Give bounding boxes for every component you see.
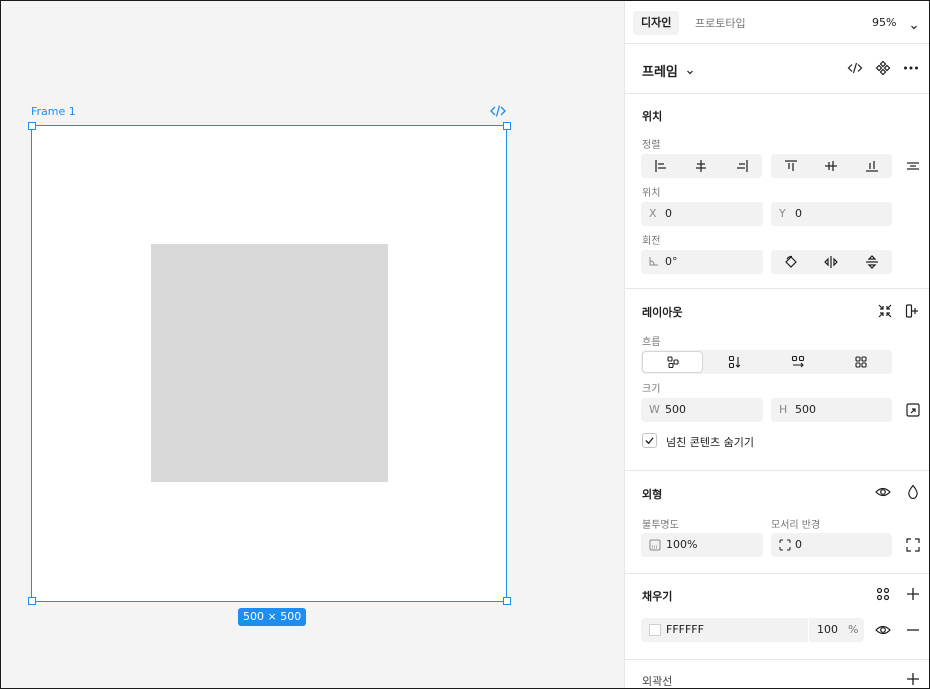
stroke-section: 외곽선: [625, 659, 929, 688]
width-value[interactable]: 500: [665, 403, 686, 416]
rotation-field[interactable]: 0°: [641, 250, 763, 274]
transform-group: [771, 250, 892, 274]
section-title: 채우기: [642, 590, 673, 603]
opacity-field[interactable]: 100%: [641, 533, 763, 557]
code-icon[interactable]: [847, 60, 863, 76]
flip-vertical-icon[interactable]: [851, 250, 892, 274]
add-fill-icon[interactable]: [905, 586, 921, 602]
h-key: H: [779, 403, 788, 416]
flow-group: [641, 350, 892, 374]
rotation-value[interactable]: 0°: [665, 255, 678, 268]
section-title: 레이아웃: [642, 306, 683, 319]
appearance-section: 외형 불투명도 모서리 반경 100% 0: [625, 470, 929, 573]
eye-icon[interactable]: [875, 484, 891, 500]
horizontal-align-group: [641, 154, 762, 178]
clip-content-label[interactable]: 넘친 콘텐츠 숨기기: [666, 434, 754, 450]
flow-grid-icon[interactable]: [829, 350, 892, 374]
chevron-down-icon[interactable]: [909, 17, 919, 30]
corner-radius-field[interactable]: 0: [771, 533, 892, 557]
distribute-icon[interactable]: [905, 158, 921, 174]
align-left-icon[interactable]: [641, 154, 681, 178]
frame-type-title[interactable]: 프레임: [642, 61, 678, 80]
frame-1[interactable]: [31, 125, 507, 602]
frame-name-label[interactable]: Frame 1: [31, 105, 76, 118]
corner-radius-icon: [779, 539, 791, 554]
flow-vertical-icon[interactable]: [703, 350, 766, 374]
fill-hex-value[interactable]: FFFFFF: [666, 623, 704, 636]
section-title: 위치: [642, 110, 663, 123]
fill-color-field[interactable]: FFFFFF 100 %: [641, 618, 864, 642]
blend-mode-drop-icon[interactable]: [905, 484, 921, 500]
angle-icon: [649, 256, 659, 269]
resize-handle-top-left[interactable]: [28, 122, 36, 130]
align-right-icon[interactable]: [721, 154, 762, 178]
zoom-level[interactable]: 95%: [872, 16, 896, 29]
size-badge: 500 × 500: [238, 608, 307, 626]
position-section: 위치 정렬 위치 X 0 Y 0 회전 0°: [625, 93, 929, 288]
align-top-icon[interactable]: [771, 154, 811, 178]
chevron-down-icon[interactable]: [685, 62, 695, 75]
height-field[interactable]: H 500: [771, 398, 892, 422]
flip-horizontal-icon[interactable]: [811, 250, 851, 274]
tab-design[interactable]: 디자인: [633, 11, 680, 35]
frame-header: 프레임: [625, 43, 929, 93]
add-auto-layout-icon[interactable]: [905, 303, 921, 319]
flow-label: 흐름: [642, 337, 661, 348]
y-key: Y: [779, 207, 786, 220]
resize-handle-top-right[interactable]: [503, 122, 511, 130]
w-key: W: [649, 403, 660, 416]
flow-horizontal-icon[interactable]: [766, 350, 829, 374]
y-value[interactable]: 0: [795, 207, 802, 220]
clip-content-checkbox[interactable]: [642, 433, 657, 448]
field-divider: [808, 618, 809, 642]
corner-radius-value[interactable]: 0: [795, 538, 802, 551]
opacity-icon: [649, 539, 661, 554]
flow-freeform-icon[interactable]: [642, 351, 703, 373]
opacity-value[interactable]: 100%: [666, 538, 697, 551]
align-center-horizontal-icon[interactable]: [681, 154, 721, 178]
rotation-label: 회전: [642, 236, 661, 247]
add-stroke-icon[interactable]: [905, 671, 921, 687]
rectangle-layer[interactable]: [151, 244, 388, 482]
more-options-icon[interactable]: [903, 60, 919, 76]
app-window: Frame 1 500 × 500 디자인 프로토타입 95% 프레임 위치 정…: [0, 0, 930, 689]
properties-panel: 디자인 프로토타입 95% 프레임 위치 정렬 위치 X 0 Y 0 회전 0°…: [624, 1, 929, 688]
canvas[interactable]: Frame 1 500 × 500: [1, 1, 624, 688]
resize-handle-bottom-right[interactable]: [503, 597, 511, 605]
x-field[interactable]: X 0: [641, 202, 763, 226]
rotate-90-icon[interactable]: [771, 250, 811, 274]
resize-handle-bottom-left[interactable]: [28, 597, 36, 605]
fill-section: 채우기 FFFFFF 100 %: [625, 573, 929, 659]
tab-prototype[interactable]: 프로토타입: [695, 15, 746, 31]
component-icon[interactable]: [875, 60, 891, 76]
code-icon[interactable]: [489, 102, 507, 120]
fill-color-swatch[interactable]: [649, 624, 661, 636]
height-value[interactable]: 500: [795, 403, 816, 416]
align-bottom-icon[interactable]: [851, 154, 892, 178]
align-middle-icon[interactable]: [811, 154, 851, 178]
collapse-icon[interactable]: [877, 303, 893, 319]
remove-fill-icon[interactable]: [905, 622, 921, 638]
styles-grid-icon[interactable]: [875, 586, 891, 602]
position-label: 위치: [642, 188, 661, 199]
x-key: X: [649, 207, 657, 220]
y-field[interactable]: Y 0: [771, 202, 892, 226]
width-field[interactable]: W 500: [641, 398, 763, 422]
align-label: 정렬: [642, 140, 661, 151]
corner-radius-label: 모서리 반경: [771, 520, 821, 531]
section-title: 외형: [642, 488, 663, 501]
fill-opacity-value[interactable]: 100: [817, 623, 838, 636]
opacity-label: 불투명도: [642, 520, 679, 531]
fill-percent-sign: %: [848, 623, 859, 636]
resize-to-fit-icon[interactable]: [905, 402, 921, 418]
section-title: 외곽선: [642, 675, 673, 688]
size-label: 크기: [642, 384, 661, 395]
independent-corners-icon[interactable]: [905, 537, 921, 553]
vertical-align-group: [771, 154, 892, 178]
x-value[interactable]: 0: [665, 207, 672, 220]
layout-section: 레이아웃 흐름 크기 W 500 H 500 넘친 콘텐츠 숨기기: [625, 288, 929, 470]
eye-icon[interactable]: [875, 622, 891, 638]
